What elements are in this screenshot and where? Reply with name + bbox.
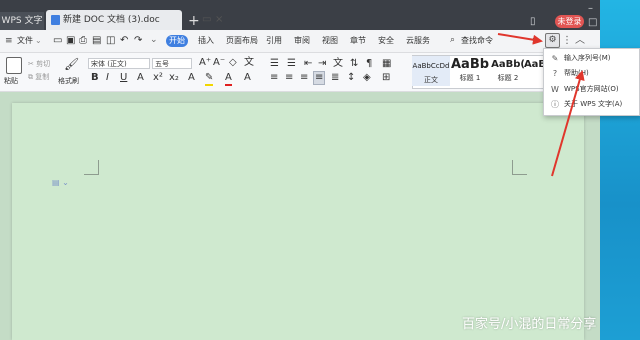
arrow-to-settings <box>497 33 543 45</box>
arrow-to-help <box>551 70 585 177</box>
watermark-text: 百家号/小混的日常分享 <box>462 317 597 332</box>
annotation-arrows <box>497 33 585 177</box>
